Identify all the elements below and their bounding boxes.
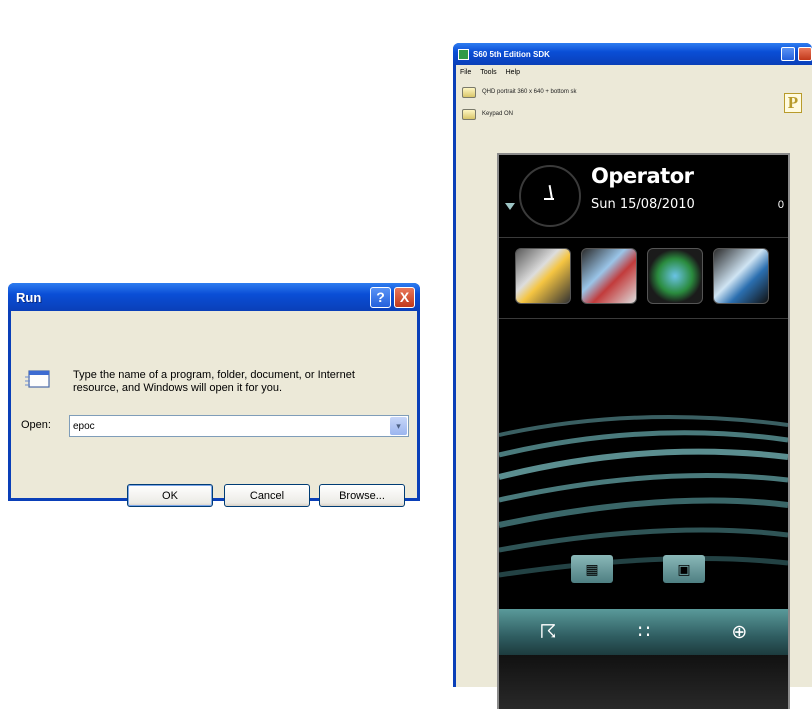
date-label: Sun 15/08/2010: [591, 197, 695, 212]
ok-button[interactable]: OK: [127, 484, 213, 507]
maximize-icon[interactable]: [781, 47, 795, 61]
layout-selector[interactable]: QHD portrait 360 x 640 + bottom sk: [462, 85, 577, 99]
sparkle-icon[interactable]: [515, 248, 571, 304]
phone-screen[interactable]: Operator Sun 15/08/2010 0 ▦ ▣ ☈ ∷ ⊕: [497, 153, 790, 709]
layout-label: QHD portrait 360 x 640 + bottom sk: [482, 89, 577, 95]
connectivity-icon[interactable]: ☈: [540, 621, 557, 644]
browse-button[interactable]: Browse...: [319, 484, 405, 507]
run-description: Type the name of a program, folder, docu…: [73, 369, 355, 394]
menu-grid-icon[interactable]: ▦: [571, 555, 613, 583]
sdk-client-area: File Tools Help QHD portrait 360 x 640 +…: [456, 65, 812, 709]
run-title-bar[interactable]: Run ? X: [8, 283, 420, 311]
layout-icon: [462, 86, 476, 98]
photos-icon[interactable]: [713, 248, 769, 304]
sdk-title: S60 5th Edition SDK: [473, 49, 550, 59]
keypad-label: Keypad ON: [482, 111, 514, 117]
help-icon[interactable]: ?: [370, 286, 391, 308]
keypad-toggle[interactable]: Keypad ON: [462, 107, 513, 121]
contacts-icon[interactable]: ▣: [663, 555, 705, 583]
messaging-icon[interactable]: [581, 248, 637, 304]
navigation-icon[interactable]: ⊕: [731, 621, 747, 644]
phone-bottom-bar: [499, 655, 788, 709]
sdk-menubar: File Tools Help: [456, 65, 812, 79]
shortcut-bar: [499, 237, 788, 319]
run-program-icon: [25, 370, 50, 388]
run-body: Type the name of a program, folder, docu…: [11, 311, 417, 507]
run-title: Run: [16, 289, 42, 305]
operator-name: Operator: [591, 164, 694, 188]
sdk-title-bar[interactable]: S60 5th Edition SDK: [453, 43, 812, 65]
globe-icon[interactable]: [647, 248, 703, 304]
p-logo-icon: P: [784, 93, 802, 113]
app-icon: [458, 48, 469, 60]
status-count: 0: [777, 199, 784, 211]
chevron-down-icon[interactable]: ▾: [390, 417, 407, 435]
open-input[interactable]: [73, 419, 373, 433]
sdk-emulator-window: S60 5th Edition SDK File Tools Help QHD …: [453, 43, 812, 709]
open-label: Open:: [21, 419, 51, 431]
run-dialog: Run ? X Type the name of a program, fold…: [8, 283, 420, 507]
cancel-button[interactable]: Cancel: [224, 484, 310, 507]
clock-icon[interactable]: [519, 165, 581, 227]
wallpaper-waves: [499, 415, 788, 578]
menu-help[interactable]: Help: [506, 69, 520, 76]
keypad-icon: [462, 108, 476, 120]
menu-tools[interactable]: Tools: [480, 69, 496, 76]
indicator-arrow-icon: [505, 203, 515, 210]
open-combobox[interactable]: ▾: [69, 415, 409, 437]
close-icon[interactable]: X: [394, 286, 415, 308]
menu-file[interactable]: File: [460, 69, 471, 76]
phone-toolbar: ☈ ∷ ⊕: [499, 609, 788, 655]
dialpad-icon[interactable]: ∷: [638, 621, 650, 644]
close-icon[interactable]: [798, 47, 812, 61]
